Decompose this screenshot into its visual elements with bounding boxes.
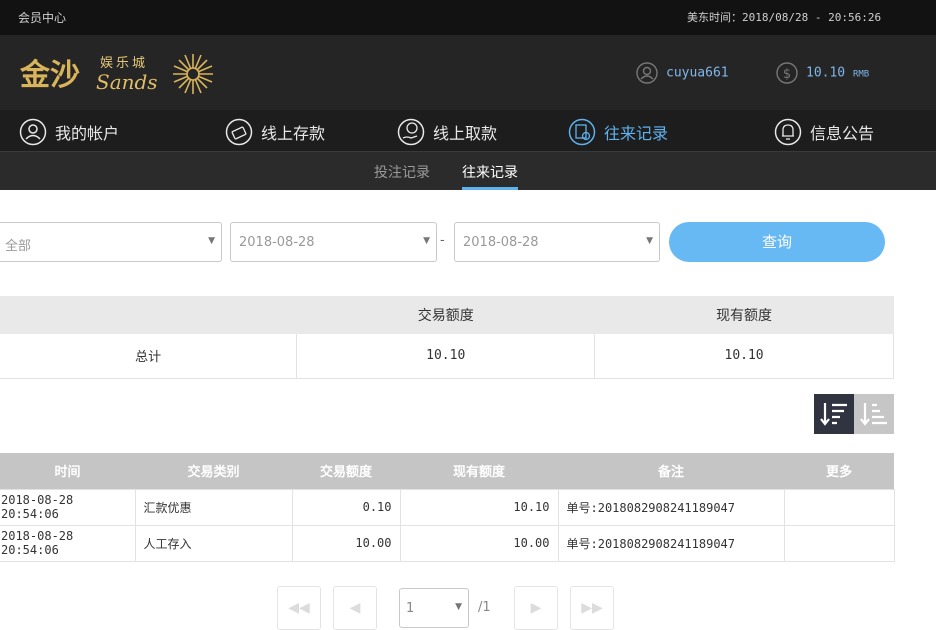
cell-remark: 单号:2018082908241189047: [557, 488, 785, 526]
column-header-balance: 现有额度: [400, 453, 558, 489]
cell-type: 人工存入: [134, 524, 293, 562]
summary-header: 交易额度: [296, 296, 595, 334]
cell-time: 2018-08-28 20:54:06: [0, 524, 136, 562]
balance-info: $10.10 RMB: [776, 62, 869, 84]
tab-bet-records[interactable]: 投注记录: [374, 162, 430, 182]
first-page-button[interactable]: ◀◀: [277, 586, 321, 630]
nav-label: 线上存款: [261, 124, 326, 143]
cell-type: 汇款优惠: [134, 488, 293, 526]
nav-label: 信息公告: [810, 124, 875, 143]
chevron-down-icon: ▼: [208, 236, 215, 246]
nav-label: 线上取款: [433, 124, 498, 143]
summary-cell: 总计: [0, 334, 298, 379]
username: cuyua661: [666, 65, 729, 81]
date-to-value: 2018-08-28: [463, 235, 539, 250]
chevron-down-icon: ▼: [423, 236, 430, 246]
sands-logo: 金沙 娱乐城 Sands: [19, 54, 213, 94]
sort-ascending-icon: [860, 403, 887, 426]
user-icon: [636, 62, 658, 84]
sort-descending-button[interactable]: [814, 394, 854, 434]
date-from-value: 2018-08-28: [239, 235, 315, 250]
column-header-time: 时间: [0, 453, 135, 489]
column-header-amount: 交易额度: [292, 453, 400, 489]
column-header-type: 交易类别: [135, 453, 292, 489]
cell-amount: 0.10: [291, 488, 401, 526]
deposit-icon: [225, 118, 253, 146]
date-to-select[interactable]: 2018-08-28 ▼: [454, 222, 660, 262]
records-icon: [568, 118, 596, 146]
page-select-value: 1: [406, 601, 415, 616]
sort-ascending-button[interactable]: [854, 394, 894, 434]
nav-my-account[interactable]: 我的帐户: [19, 118, 119, 146]
summary-header: [0, 296, 297, 334]
summary-header: 现有额度: [594, 296, 894, 334]
cell-time: 2018-08-28 20:54:06: [0, 488, 136, 526]
header: 金沙 娱乐城 Sands cuyua661 $10.10 RMB: [0, 35, 936, 110]
page-select[interactable]: 1 ▼: [399, 588, 469, 628]
sort-descending-icon: [820, 403, 847, 426]
eastern-time-label: 美东时间：2018/08/28 - 20:56:26: [687, 11, 882, 24]
next-page-button[interactable]: ▶: [514, 586, 558, 630]
nav-online-withdraw[interactable]: 线上取款: [397, 118, 497, 146]
bell-icon: [774, 118, 802, 146]
withdraw-icon: [397, 118, 425, 146]
chevron-down-icon: ▼: [455, 602, 462, 612]
summary-cell: 10.10: [296, 334, 596, 379]
cell-more[interactable]: [783, 488, 895, 526]
summary-cell: 10.10: [594, 334, 894, 379]
summary-table: 交易额度 现有额度 总计 10.10 10.10: [0, 296, 894, 379]
table-row: 2018-08-28 20:54:06 汇款优惠 0.10 10.10 单号:2…: [0, 488, 895, 526]
member-center-label: 会员中心: [18, 11, 67, 25]
cell-balance: 10.00: [399, 524, 559, 562]
last-page-button[interactable]: ▶▶: [570, 586, 614, 630]
chevron-down-icon: ▼: [646, 236, 653, 246]
cell-amount: 10.00: [291, 524, 401, 562]
currency-label: RMB: [852, 69, 870, 80]
date-from-select[interactable]: 2018-08-28 ▼: [230, 222, 437, 262]
main-nav: 我的帐户 线上存款 线上取款 往来记录 信息公告: [0, 110, 936, 152]
nav-label: 往来记录: [604, 124, 669, 143]
logo-text: 金沙: [19, 58, 80, 93]
logo-sub: 娱乐城: [100, 56, 148, 71]
column-header-remark: 备注: [558, 453, 784, 489]
top-bar: 会员中心 美东时间：2018/08/28 - 20:56:26: [0, 0, 936, 35]
cell-more[interactable]: [783, 524, 895, 562]
sub-nav: 投注记录 往来记录: [0, 152, 936, 190]
prev-page-button[interactable]: ◀: [333, 586, 377, 630]
logo-en: Sands: [96, 70, 158, 94]
svg-text:$: $: [783, 67, 791, 82]
active-tab-indicator: [462, 187, 518, 190]
date-separator: -: [440, 233, 445, 248]
sun-emblem: [173, 54, 213, 94]
cell-balance: 10.10: [399, 488, 559, 526]
nav-transaction-records[interactable]: 往来记录: [568, 118, 668, 146]
summary-row: 总计 10.10 10.10: [0, 334, 894, 379]
dollar-icon: $: [776, 62, 798, 84]
column-header-more: 更多: [784, 453, 894, 489]
records-table: 时间 交易类别 交易额度 现有额度 备注 更多 2018-08-28 20:54…: [0, 453, 895, 562]
cell-remark: 单号:2018082908241189047: [557, 524, 785, 562]
tab-transaction-records[interactable]: 往来记录: [462, 162, 518, 182]
table-row: 2018-08-28 20:54:06 人工存入 10.00 10.00 单号:…: [0, 524, 895, 562]
balance-value: 10.10: [806, 65, 846, 81]
nav-announcements[interactable]: 信息公告: [774, 118, 874, 146]
page-total: /1: [478, 600, 491, 615]
nav-label: 我的帐户: [55, 124, 120, 143]
user-info[interactable]: cuyua661: [636, 62, 729, 84]
nav-online-deposit[interactable]: 线上存款: [225, 118, 325, 146]
user-icon: [19, 118, 47, 146]
type-select-value: 全部: [5, 239, 32, 254]
query-button[interactable]: 查询: [669, 222, 885, 262]
type-select[interactable]: 全部 ▼: [0, 222, 222, 262]
